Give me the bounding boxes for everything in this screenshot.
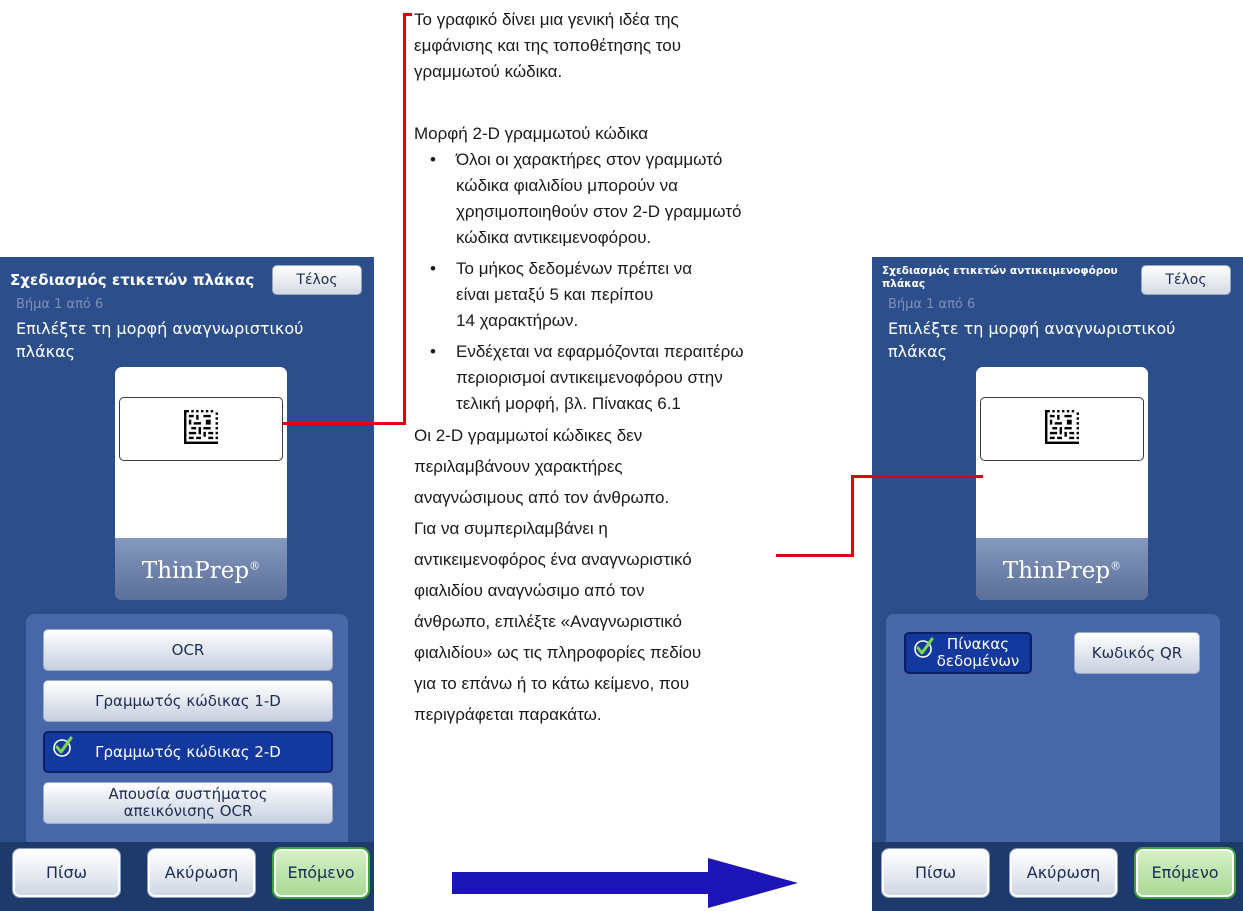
closing-line: φιαλιδίου» ως τις πληροφορίες πεδίου xyxy=(414,643,702,662)
vial-graphic: ThinPrep® xyxy=(976,367,1148,600)
datamatrix-icon xyxy=(1045,410,1079,444)
slide-label xyxy=(119,397,283,461)
callout-connector xyxy=(403,13,406,425)
next-button[interactable]: Επόμενο xyxy=(274,849,368,897)
bullet-line: Το μήκος δεδομένων πρέπει να xyxy=(456,259,693,278)
bullet-line: Ενδέχεται να εφαρμόζονται περαιτέρω xyxy=(456,342,744,361)
brand-logo: ThinPrep® xyxy=(1002,558,1122,584)
format-options: OCR Γραμμωτός κώδικας 1-D Γραμμωτός κώδι… xyxy=(26,614,348,849)
navigation-bar: Πίσω Ακύρωση Επόμενο xyxy=(0,842,374,911)
closing-line: Για να συμπεριλαμβάνει η xyxy=(414,519,608,538)
bullet-line: περιορισμοί αντικειμενοφόρου στην xyxy=(456,368,723,387)
done-button[interactable]: Τέλος xyxy=(1141,265,1231,295)
format-options: Πίνακας δεδομένων Κωδικός QR xyxy=(886,614,1220,849)
option-qr-button[interactable]: Κωδικός QR xyxy=(1074,632,1200,674)
bullet-line: 14 χαρακτήρων. xyxy=(456,311,579,330)
done-button[interactable]: Τέλος xyxy=(272,265,362,295)
bullet-marker: • xyxy=(430,150,436,169)
screen-title: Σχεδιασμός ετικετών πλάκας xyxy=(10,271,255,289)
step-indicator: Βήμα 1 από 6 xyxy=(888,297,976,312)
checkmark-icon xyxy=(53,736,73,757)
bullet-line: χρησιμοποιηθούν στον 2-D γραμμωτό xyxy=(456,202,742,221)
closing-line: Οι 2-D γραμμωτοί κώδικες δεν xyxy=(414,426,643,445)
closing-line: περιγράφεται παρακάτω. xyxy=(414,705,602,724)
navigation-bar: Πίσω Ακύρωση Επόμενο xyxy=(872,842,1243,911)
slide-label xyxy=(980,397,1144,461)
brand-logo: ThinPrep® xyxy=(141,558,261,584)
option-label: Γραμμωτός κώδικας 2-D xyxy=(95,742,281,761)
left-screen: Σχεδιασμός ετικετών πλάκας Τέλος Βήμα 1 … xyxy=(0,257,374,911)
callout-connector xyxy=(851,475,983,478)
step-indicator: Βήμα 1 από 6 xyxy=(16,297,104,312)
callout-connector xyxy=(283,422,406,425)
closing-line: περιλαμβάνουν χαρακτήρες xyxy=(414,457,623,476)
bullet-line: τελική μορφή, βλ. Πίνακας 6.1 xyxy=(456,394,681,413)
screen-title: Σχεδιασμός ετικετών αντικειμενοφόρου πλά… xyxy=(882,265,1118,290)
option-datamatrix-button[interactable]: Πίνακας δεδομένων xyxy=(904,632,1032,674)
back-button[interactable]: Πίσω xyxy=(882,849,989,897)
back-button[interactable]: Πίσω xyxy=(13,849,120,897)
prompt-text: Επιλέξτε τη μορφή αναγνωριστικού πλάκας xyxy=(888,319,1176,361)
bullet-marker: • xyxy=(430,342,436,361)
option-2d-barcode-button[interactable]: Γραμμωτός κώδικας 2-D xyxy=(43,731,333,773)
right-screen: Σχεδιασμός ετικετών αντικειμενοφόρου πλά… xyxy=(872,257,1243,911)
option-ocr-button[interactable]: OCR xyxy=(43,629,333,671)
closing-line: αντικειμενοφόρος ένα αναγνωριστικό xyxy=(414,550,692,569)
prompt-text: Επιλέξτε τη μορφή αναγνωριστικού πλάκας xyxy=(16,319,304,361)
bullet-line: Όλοι οι χαρακτήρες στον γραμμωτό xyxy=(456,150,723,169)
callout-connector xyxy=(851,475,854,557)
bullet-line: κώδικα αντικειμενοφόρου. xyxy=(456,228,652,247)
intro-line: Το γραφικό δίνει μια γενική ιδέα της xyxy=(414,10,679,29)
vial-graphic: ThinPrep® xyxy=(115,367,287,600)
bullet-line: κώδικα φιαλιδίου μπορούν να xyxy=(456,176,678,195)
closing-line: για το επάνω ή το κάτω κείμενο, που xyxy=(414,674,690,693)
option-no-ocr-button[interactable]: Απουσία συστήματος απεικόνισης OCR xyxy=(43,782,333,824)
option-1d-barcode-button[interactable]: Γραμμωτός κώδικας 1-D xyxy=(43,680,333,722)
closing-line: αναγνώσιμους από τον άνθρωπο. xyxy=(414,488,670,507)
bullet-line: είναι μεταξύ 5 και περίπου xyxy=(456,285,654,304)
option-label: Πίνακας δεδομένων xyxy=(936,635,1020,670)
intro-line: γραμμωτού κώδικα. xyxy=(414,62,563,81)
checkmark-icon xyxy=(914,637,934,658)
format-heading: Μορφή 2-D γραμμωτού κώδικα xyxy=(414,124,649,143)
intro-line: εμφάνισης και της τοποθέτησης του xyxy=(414,36,681,55)
callout-connector xyxy=(776,554,854,557)
next-button[interactable]: Επόμενο xyxy=(1136,849,1234,897)
closing-line: φιαλιδίου αναγνώσιμο από τον xyxy=(414,581,645,600)
datamatrix-icon xyxy=(184,410,218,444)
cancel-button[interactable]: Ακύρωση xyxy=(1010,849,1117,897)
bullet-marker: • xyxy=(430,259,436,278)
arrow-right-icon xyxy=(452,858,798,908)
closing-line: άνθρωπο, επιλέξτε «Αναγνωριστικό xyxy=(414,612,682,631)
cancel-button[interactable]: Ακύρωση xyxy=(148,849,255,897)
